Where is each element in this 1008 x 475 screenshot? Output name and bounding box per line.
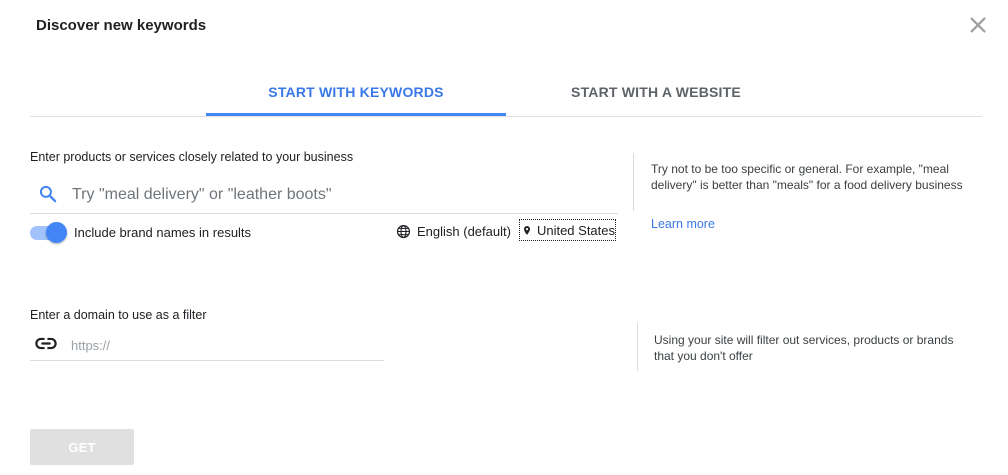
get-results-button[interactable]: GET RESULTS: [30, 429, 134, 465]
keywords-input[interactable]: [70, 181, 614, 209]
discover-keywords-dialog: Discover new keywords START WITH KEYWORD…: [0, 0, 1008, 475]
learn-more-link[interactable]: Learn more: [651, 217, 715, 231]
tab-start-with-website[interactable]: START WITH A WEBSITE: [506, 70, 806, 115]
keywords-help-text: Try not to be too specific or general. F…: [651, 162, 963, 192]
location-pin-icon: [523, 225, 530, 235]
close-icon: [970, 17, 986, 33]
language-selector[interactable]: English (default): [396, 221, 511, 241]
tab-start-with-keywords[interactable]: START WITH KEYWORDS: [206, 70, 506, 115]
domain-input-row: [30, 328, 384, 361]
active-tab-indicator: [206, 113, 506, 116]
keywords-input-row: [30, 175, 618, 214]
keywords-help-divider: [633, 153, 634, 211]
globe-icon: [396, 224, 411, 238]
location-value: United States: [536, 222, 615, 238]
domain-label: Enter a domain to use as a filter: [30, 308, 207, 322]
link-icon: [35, 337, 57, 350]
domain-input[interactable]: [69, 333, 373, 357]
toggle-knob: [46, 222, 67, 243]
domain-help-divider: [637, 323, 638, 371]
brand-names-label: Include brand names in results: [74, 225, 252, 240]
language-value: English (default): [417, 223, 511, 239]
mode-tabs: START WITH KEYWORDS START WITH A WEBSITE: [30, 70, 982, 117]
domain-help-text: Using your site will filter out services…: [654, 333, 954, 363]
keywords-label: Enter products or services closely relat…: [30, 150, 354, 164]
brand-names-toggle[interactable]: [30, 222, 67, 243]
search-icon: [39, 185, 57, 203]
dialog-title: Discover new keywords: [36, 17, 207, 34]
location-selector[interactable]: United States: [519, 219, 616, 241]
close-button[interactable]: [967, 14, 989, 36]
